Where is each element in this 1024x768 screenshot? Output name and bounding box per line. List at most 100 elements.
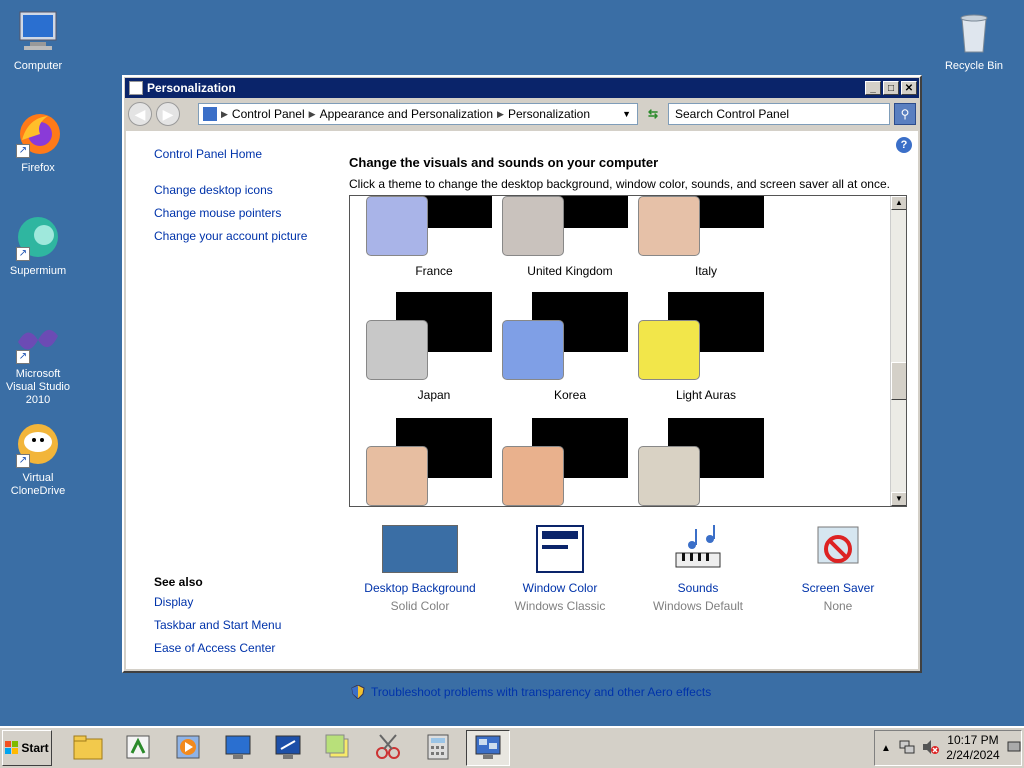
taskbar-sticky-notes[interactable] xyxy=(316,730,360,766)
minimize-button[interactable]: _ xyxy=(865,81,881,95)
theme-france[interactable]: France xyxy=(366,196,502,278)
desktop-icon-recycle-bin[interactable]: Recycle Bin xyxy=(936,8,1012,73)
scroll-up-icon[interactable]: ▲ xyxy=(891,196,906,210)
theme-swatch xyxy=(366,196,428,256)
link-taskbar-start-menu[interactable]: Taskbar and Start Menu xyxy=(154,618,281,632)
theme-name: Light Auras xyxy=(675,388,737,402)
taskbar-media-player[interactable] xyxy=(166,730,210,766)
clock[interactable]: 10:17 PM 2/24/2024 xyxy=(943,733,1003,763)
shield-icon xyxy=(351,684,365,700)
calculator-icon xyxy=(426,733,450,764)
taskbar-notepad-plus[interactable] xyxy=(116,730,160,766)
troubleshoot-row[interactable]: Troubleshoot problems with transparency … xyxy=(351,684,711,700)
system-tray: ▲ 10:17 PM 2/24/2024 xyxy=(874,730,1022,766)
taskbar-explorer[interactable] xyxy=(66,730,110,766)
theme-swatch xyxy=(638,320,700,380)
desktop-icon-virtual-clonedrive[interactable]: ↗ Virtual CloneDrive xyxy=(0,420,76,498)
breadcrumb-personalization[interactable]: Personalization xyxy=(504,107,594,121)
taskbar-snipping-tool[interactable] xyxy=(366,730,410,766)
address-bar[interactable]: ▶ Control Panel ▶ Appearance and Persona… xyxy=(198,103,638,125)
start-button[interactable]: Start xyxy=(2,730,52,766)
desktop-icon-supermium[interactable]: ↗ Supermium xyxy=(0,213,76,278)
control-panel-icon xyxy=(203,107,217,121)
taskbar-remote-desktop[interactable] xyxy=(216,730,260,766)
theme-preview xyxy=(366,292,502,382)
theme-item[interactable] xyxy=(366,418,502,506)
theme-swatch xyxy=(502,320,564,380)
theme-name: Korea xyxy=(553,388,587,402)
desktop-icon-label: Microsoft Visual Studio 2010 xyxy=(5,368,70,406)
breadcrumb-chevron-icon[interactable]: ▶ xyxy=(497,109,504,120)
address-dropdown-icon[interactable]: ▼ xyxy=(622,109,631,119)
theme-japan[interactable]: Japan xyxy=(366,292,502,402)
scroll-thumb[interactable] xyxy=(891,362,906,400)
troubleshoot-link[interactable]: Troubleshoot problems with transparency … xyxy=(371,685,711,699)
taskbar-control-panel[interactable] xyxy=(466,730,510,766)
link-display[interactable]: Display xyxy=(154,595,281,609)
help-icon[interactable]: ? xyxy=(896,137,912,153)
refresh-button[interactable]: ⇆ xyxy=(642,103,664,125)
tray-expand-icon[interactable]: ▲ xyxy=(881,743,891,754)
volume-muted-icon[interactable] xyxy=(921,739,939,758)
desktop-icon-label: Firefox xyxy=(21,162,55,174)
title-bar[interactable]: Personalization _ □ ✕ xyxy=(125,78,919,98)
desktop-background-setting[interactable]: Desktop Background Solid Color xyxy=(350,525,490,613)
screen-saver-icon xyxy=(814,525,862,575)
taskbar-network[interactable] xyxy=(266,730,310,766)
link-change-account-picture[interactable]: Change your account picture xyxy=(154,229,344,243)
sounds-setting[interactable]: Sounds Windows Default xyxy=(628,525,768,613)
desktop-icon-visual-studio[interactable]: ↗ Microsoft Visual Studio 2010 xyxy=(0,316,76,407)
sounds-value: Windows Default xyxy=(652,599,744,613)
sheep-icon: ↗ xyxy=(14,420,62,468)
window-color-link[interactable]: Window Color xyxy=(490,581,630,595)
back-arrow-icon: ◀ xyxy=(134,105,146,122)
theme-united-kingdom[interactable]: United Kingdom xyxy=(502,196,638,278)
window-color-value: Windows Classic xyxy=(514,599,606,613)
screen-saver-link[interactable]: Screen Saver xyxy=(768,581,908,595)
notepad-plus-icon xyxy=(124,733,152,764)
theme-korea[interactable]: Korea xyxy=(502,292,638,402)
screen-saver-setting[interactable]: Screen Saver None xyxy=(768,525,908,613)
link-ease-of-access[interactable]: Ease of Access Center xyxy=(154,641,281,655)
show-desktop-icon[interactable] xyxy=(1007,741,1021,756)
desktop-icon-firefox[interactable]: ↗ Firefox xyxy=(0,110,76,175)
sounds-link[interactable]: Sounds xyxy=(628,581,768,595)
shortcut-arrow-icon: ↗ xyxy=(16,144,30,158)
window-color-icon xyxy=(536,525,584,575)
theme-item[interactable] xyxy=(638,418,774,506)
maximize-button[interactable]: □ xyxy=(883,81,899,95)
search-input[interactable]: Search Control Panel xyxy=(668,103,890,125)
search-button[interactable]: ⚲ xyxy=(894,103,916,125)
theme-swatch xyxy=(638,196,700,256)
link-control-panel-home[interactable]: Control Panel Home xyxy=(154,147,344,161)
shortcut-arrow-icon: ↗ xyxy=(16,454,30,468)
back-button[interactable]: ◀ xyxy=(128,102,152,126)
breadcrumb-chevron-icon[interactable]: ▶ xyxy=(309,109,316,120)
theme-light-auras[interactable]: Light Auras xyxy=(638,292,774,402)
screen-saver-value: None xyxy=(823,599,853,613)
forward-button[interactable]: ▶ xyxy=(156,102,180,126)
taskbar-calculator[interactable] xyxy=(416,730,460,766)
search-placeholder: Search Control Panel xyxy=(675,107,790,121)
theme-italy[interactable]: Italy xyxy=(638,196,774,278)
link-change-desktop-icons[interactable]: Change desktop icons xyxy=(154,183,344,197)
breadcrumb-control-panel[interactable]: Control Panel xyxy=(228,107,309,121)
breadcrumb-appearance[interactable]: Appearance and Personalization xyxy=(316,107,497,121)
firefox-icon: ↗ xyxy=(14,110,62,158)
recycle-bin-icon xyxy=(950,8,998,56)
window-color-setting[interactable]: Window Color Windows Classic xyxy=(490,525,630,613)
link-change-mouse-pointers[interactable]: Change mouse pointers xyxy=(154,206,344,220)
control-panel-icon xyxy=(473,733,503,764)
theme-item[interactable] xyxy=(502,418,638,506)
network-monitor-icon xyxy=(273,733,303,764)
close-button[interactable]: ✕ xyxy=(901,81,917,95)
network-icon[interactable] xyxy=(899,739,915,758)
breadcrumb-chevron-icon[interactable]: ▶ xyxy=(221,109,228,120)
scroll-down-icon[interactable]: ▼ xyxy=(891,492,906,506)
theme-swatch xyxy=(502,196,564,256)
theme-list-scrollbar[interactable]: ▲ ▼ xyxy=(890,196,906,506)
theme-preview xyxy=(638,292,774,382)
desktop-icon-computer[interactable]: Computer xyxy=(0,8,76,73)
desktop-background-link[interactable]: Desktop Background xyxy=(350,581,490,595)
page-subtitle: Click a theme to change the desktop back… xyxy=(349,177,890,191)
